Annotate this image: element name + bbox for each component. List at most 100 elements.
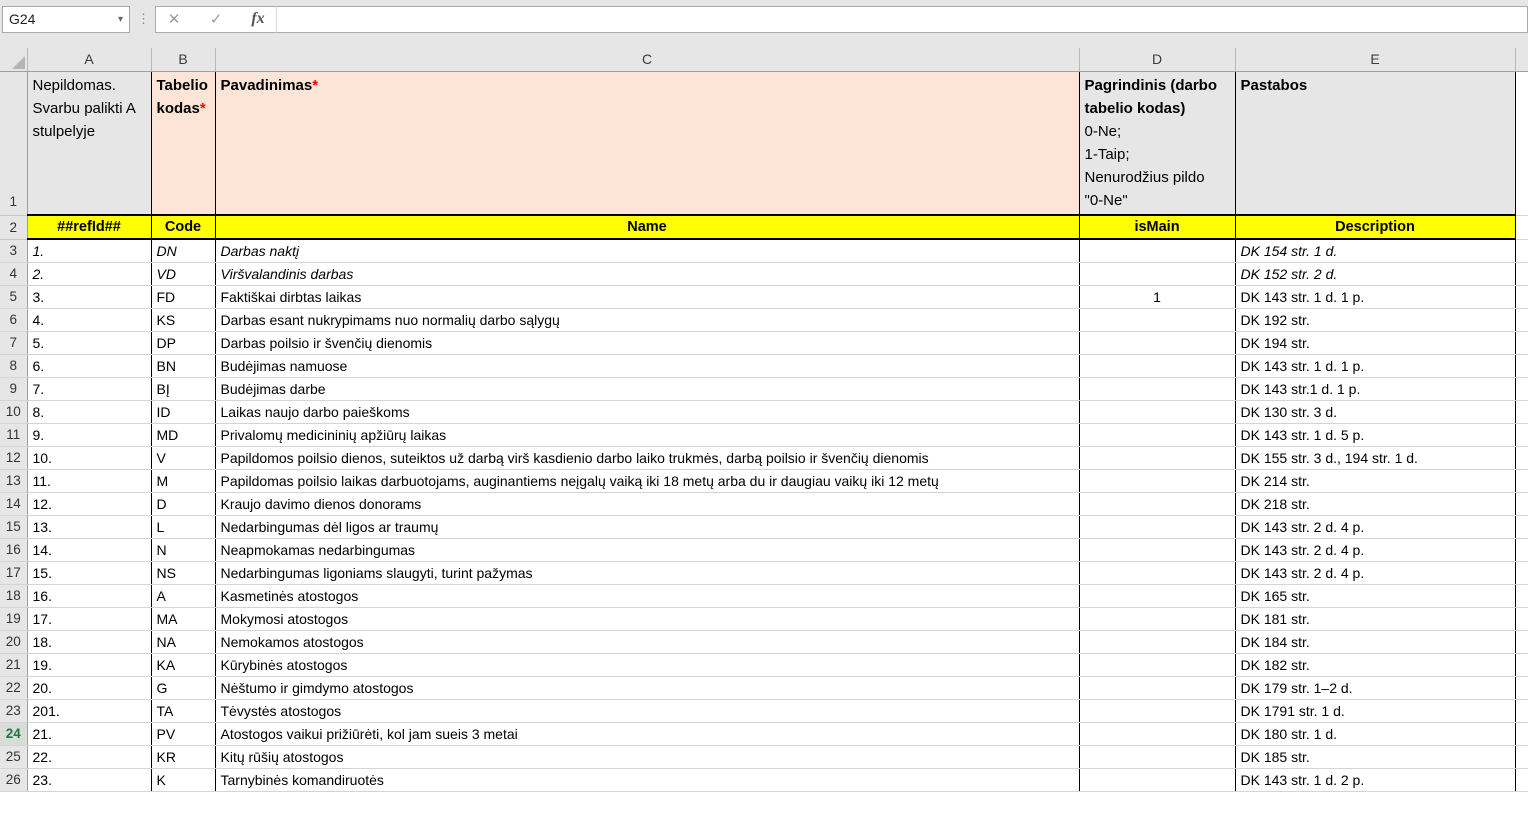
cell-name[interactable]: Kitų rūšių atostogos <box>215 745 1079 768</box>
cell-refid[interactable]: 14. <box>27 538 151 561</box>
cell-empty[interactable] <box>1515 308 1528 331</box>
cell-description[interactable]: DK 152 str. 2 d. <box>1235 262 1515 285</box>
cell-refid[interactable]: 15. <box>27 561 151 584</box>
row-header[interactable]: 20 <box>0 630 27 653</box>
column-header-d[interactable]: D <box>1079 48 1235 71</box>
cell-a1-note[interactable]: Nepildomas. Svarbu palikti A stulpelyje <box>27 71 151 215</box>
chevron-down-icon[interactable]: ▾ <box>114 14 123 25</box>
row-header[interactable]: 22 <box>0 676 27 699</box>
cell-refid[interactable]: 6. <box>27 354 151 377</box>
cell-code[interactable]: L <box>151 515 215 538</box>
cell-code[interactable]: G <box>151 676 215 699</box>
cell-refid[interactable]: 4. <box>27 308 151 331</box>
cell-code[interactable]: MA <box>151 607 215 630</box>
cell-refid[interactable]: 1. <box>27 239 151 262</box>
cell-description[interactable]: DK 192 str. <box>1235 308 1515 331</box>
cell-name[interactable]: Tėvystės atostogos <box>215 699 1079 722</box>
row-header[interactable]: 16 <box>0 538 27 561</box>
cell-ismain[interactable] <box>1079 400 1235 423</box>
cell-code[interactable]: K <box>151 768 215 791</box>
row-header[interactable]: 4 <box>0 262 27 285</box>
cell-b1-tabelio-kodas[interactable]: Tabelio kodas* <box>151 71 215 215</box>
cell-code[interactable]: M <box>151 469 215 492</box>
cell-code[interactable]: A <box>151 584 215 607</box>
cell-code[interactable]: TA <box>151 699 215 722</box>
cell-refid[interactable]: 23. <box>27 768 151 791</box>
cell-empty[interactable] <box>1515 630 1528 653</box>
cell-code[interactable]: KS <box>151 308 215 331</box>
cell-name[interactable]: Privalomų medicininių apžiūrų laikas <box>215 423 1079 446</box>
cell-description[interactable]: DK 143 str. 1 d. 1 p. <box>1235 354 1515 377</box>
cell-refid[interactable]: 3. <box>27 285 151 308</box>
cell-ismain[interactable]: 1 <box>1079 285 1235 308</box>
cell-description[interactable]: DK 218 str. <box>1235 492 1515 515</box>
row-header[interactable]: 26 <box>0 768 27 791</box>
cell-c1-pavadinimas[interactable]: Pavadinimas* <box>215 71 1079 215</box>
cell-d2-ismain[interactable]: isMain <box>1079 215 1235 239</box>
cell-ismain[interactable] <box>1079 239 1235 262</box>
cell-description[interactable]: DK 194 str. <box>1235 331 1515 354</box>
cell-ismain[interactable] <box>1079 745 1235 768</box>
cell-name[interactable]: Mokymosi atostogos <box>215 607 1079 630</box>
cell-ismain[interactable] <box>1079 607 1235 630</box>
cell-empty[interactable] <box>1515 768 1528 791</box>
cell-code[interactable]: KR <box>151 745 215 768</box>
row-header[interactable]: 25 <box>0 745 27 768</box>
cell-code[interactable]: BĮ <box>151 377 215 400</box>
cell-name[interactable]: Darbas poilsio ir švenčių dienomis <box>215 331 1079 354</box>
cell-name[interactable]: Kasmetinės atostogos <box>215 584 1079 607</box>
cell-ismain[interactable] <box>1079 630 1235 653</box>
cell-ismain[interactable] <box>1079 331 1235 354</box>
cell-a2-refid[interactable]: ##refId## <box>27 215 151 239</box>
row-header[interactable]: 21 <box>0 653 27 676</box>
cell-description[interactable]: DK 130 str. 3 d. <box>1235 400 1515 423</box>
cell-name[interactable]: Budėjimas namuose <box>215 354 1079 377</box>
cell-ismain[interactable] <box>1079 722 1235 745</box>
cell-code[interactable]: ID <box>151 400 215 423</box>
cell-name[interactable]: Kraujo davimo dienos donorams <box>215 492 1079 515</box>
row-header[interactable]: 23 <box>0 699 27 722</box>
cell-description[interactable]: DK 180 str. 1 d. <box>1235 722 1515 745</box>
row-header[interactable]: 3 <box>0 239 27 262</box>
cell-code[interactable]: KA <box>151 653 215 676</box>
row-header[interactable]: 10 <box>0 400 27 423</box>
cell-empty[interactable] <box>1515 745 1528 768</box>
cell-description[interactable]: DK 165 str. <box>1235 584 1515 607</box>
cell-code[interactable]: NA <box>151 630 215 653</box>
cell-refid[interactable]: 20. <box>27 676 151 699</box>
row-header[interactable]: 11 <box>0 423 27 446</box>
cell-f1[interactable] <box>1515 71 1528 215</box>
row-header[interactable]: 8 <box>0 354 27 377</box>
cell-description[interactable]: DK 182 str. <box>1235 653 1515 676</box>
cell-description[interactable]: DK 154 str. 1 d. <box>1235 239 1515 262</box>
cell-name[interactable]: Viršvalandinis darbas <box>215 262 1079 285</box>
cell-code[interactable]: VD <box>151 262 215 285</box>
formula-input[interactable] <box>276 6 1528 33</box>
cell-empty[interactable] <box>1515 538 1528 561</box>
cell-description[interactable]: DK 179 str. 1–2 d. <box>1235 676 1515 699</box>
cell-empty[interactable] <box>1515 515 1528 538</box>
cell-empty[interactable] <box>1515 607 1528 630</box>
cell-name[interactable]: Faktiškai dirbtas laikas <box>215 285 1079 308</box>
row-header[interactable]: 17 <box>0 561 27 584</box>
row-header[interactable]: 9 <box>0 377 27 400</box>
cell-description[interactable]: DK 143 str. 1 d. 1 p. <box>1235 285 1515 308</box>
row-header[interactable]: 14 <box>0 492 27 515</box>
cell-refid[interactable]: 13. <box>27 515 151 538</box>
cell-name[interactable]: Darbas esant nukrypimams nuo normalių da… <box>215 308 1079 331</box>
cell-description[interactable]: DK 143 str. 2 d. 4 p. <box>1235 515 1515 538</box>
cell-ismain[interactable] <box>1079 423 1235 446</box>
column-header-c[interactable]: C <box>215 48 1079 71</box>
cell-name[interactable]: Papildomos poilsio dienos, suteiktos už … <box>215 446 1079 469</box>
cell-ismain[interactable] <box>1079 262 1235 285</box>
select-all-button[interactable] <box>0 48 27 71</box>
cell-code[interactable]: BN <box>151 354 215 377</box>
cell-ismain[interactable] <box>1079 768 1235 791</box>
cell-ismain[interactable] <box>1079 469 1235 492</box>
cell-empty[interactable] <box>1515 722 1528 745</box>
cell-name[interactable]: Tarnybinės komandiruotės <box>215 768 1079 791</box>
cell-refid[interactable]: 12. <box>27 492 151 515</box>
cell-code[interactable]: N <box>151 538 215 561</box>
cell-ismain[interactable] <box>1079 584 1235 607</box>
cell-empty[interactable] <box>1515 469 1528 492</box>
